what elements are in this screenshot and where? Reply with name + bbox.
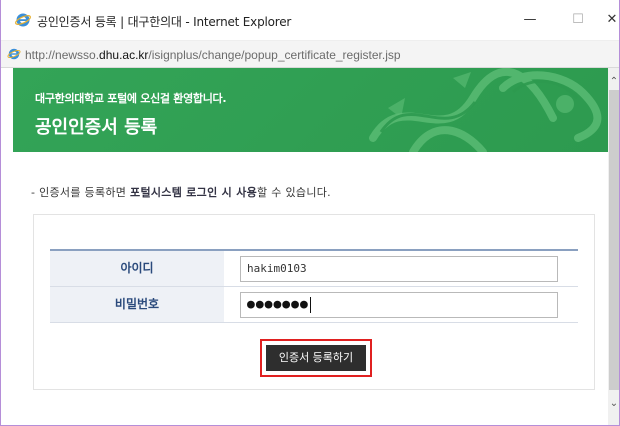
- url-prefix: http://newsso.: [25, 48, 100, 62]
- banner-subtitle: 대구한의대학교 포털에 오신걸 환영합니다.: [35, 92, 227, 105]
- welcome-banner: 대구한의대학교 포털에 오신걸 환영합니다. 공인인증서 등록: [13, 68, 609, 152]
- scroll-down-icon[interactable]: ⌄: [608, 398, 619, 410]
- url-text[interactable]: http://newsso.dhu.ac.kr/isignplus/change…: [25, 48, 401, 62]
- page-ie-icon: [7, 48, 21, 60]
- scroll-up-icon[interactable]: ⌃: [608, 76, 619, 88]
- notice-prefix: - 인증서를 등록하면: [31, 186, 131, 199]
- notice-suffix: 할 수 있습니다.: [257, 186, 331, 199]
- url-domain: dhu.ac.kr: [99, 48, 149, 62]
- dragon-decoration: [369, 68, 602, 152]
- close-button[interactable]: ✕: [597, 8, 619, 32]
- url-path: /isignplus/change/popup_certificate_regi…: [148, 48, 401, 62]
- address-bar[interactable]: http://newsso.dhu.ac.kr/isignplus/change…: [1, 40, 619, 68]
- ie-logo-icon: [15, 13, 31, 27]
- page-viewport: 대구한의대학교 포털에 오신걸 환영합니다. 공인인증서 등록 - 인증서를 등…: [1, 68, 619, 425]
- notice-text: - 인증서를 등록하면 포털시스템 로그인 시 사용할 수 있습니다.: [31, 184, 331, 200]
- password-row: 비밀번호 ●●●●●●●: [50, 287, 578, 323]
- minimize-button[interactable]: —: [515, 8, 545, 32]
- password-input[interactable]: ●●●●●●●: [240, 292, 558, 318]
- text-caret: [309, 296, 311, 313]
- id-label: 아이디: [50, 251, 224, 286]
- id-row: 아이디 hakim0103: [50, 251, 578, 287]
- vertical-scrollbar[interactable]: ⌃ ⌄: [608, 68, 619, 425]
- window-title: 공인인증서 등록 | 대구한의대 - Internet Explorer: [37, 15, 292, 29]
- submit-highlight: 인증서 등록하기: [260, 339, 372, 377]
- maximize-button[interactable]: ☐: [563, 8, 593, 32]
- certificate-form-panel: 아이디 hakim0103 비밀번호 ●●●●●●● 인증서 등록하기: [33, 214, 595, 390]
- register-certificate-button[interactable]: 인증서 등록하기: [266, 345, 366, 371]
- password-mask: ●●●●●●●: [247, 297, 309, 312]
- id-input[interactable]: hakim0103: [240, 256, 558, 282]
- title-bar[interactable]: 공인인증서 등록 | 대구한의대 - Internet Explorer — ☐…: [1, 0, 619, 40]
- password-label: 비밀번호: [50, 287, 224, 322]
- scroll-thumb[interactable]: [609, 90, 619, 390]
- login-form-table: 아이디 hakim0103 비밀번호 ●●●●●●●: [50, 249, 578, 323]
- page-title: 공인인증서 등록: [35, 117, 158, 138]
- notice-emphasis: 포털시스템 로그인 시 사용: [130, 186, 258, 199]
- ie-popup-window: 공인인증서 등록 | 대구한의대 - Internet Explorer — ☐…: [0, 0, 620, 426]
